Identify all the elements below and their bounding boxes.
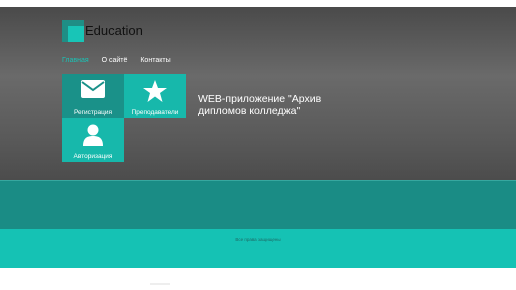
copyright-text: Все права защищены xyxy=(235,237,281,242)
hero-title: WEB-приложение "Архив дипломов колледжа" xyxy=(198,93,322,117)
main-nav: Главная О сайтё Контакты xyxy=(62,57,182,64)
user-icon xyxy=(83,124,103,146)
tile-teachers[interactable]: Преподаватели xyxy=(124,74,186,118)
tile-login[interactable]: Авторизация xyxy=(62,118,124,162)
nav-contacts[interactable]: Контакты xyxy=(140,57,170,64)
brand-name: Education xyxy=(85,23,143,38)
tile-label: Регистрация xyxy=(74,109,112,116)
tile-label: Авторизация xyxy=(73,153,113,160)
star-icon xyxy=(143,80,167,102)
divider xyxy=(150,283,170,285)
content-band xyxy=(0,180,516,229)
nav-about[interactable]: О сайтё xyxy=(102,57,128,64)
tile-registration[interactable]: Регистрация xyxy=(62,74,124,118)
logo-squares-icon xyxy=(62,20,84,42)
tile-label: Преподаватели xyxy=(131,109,179,116)
envelope-icon xyxy=(81,80,105,98)
nav-home[interactable]: Главная xyxy=(62,57,89,64)
footer xyxy=(0,229,516,268)
